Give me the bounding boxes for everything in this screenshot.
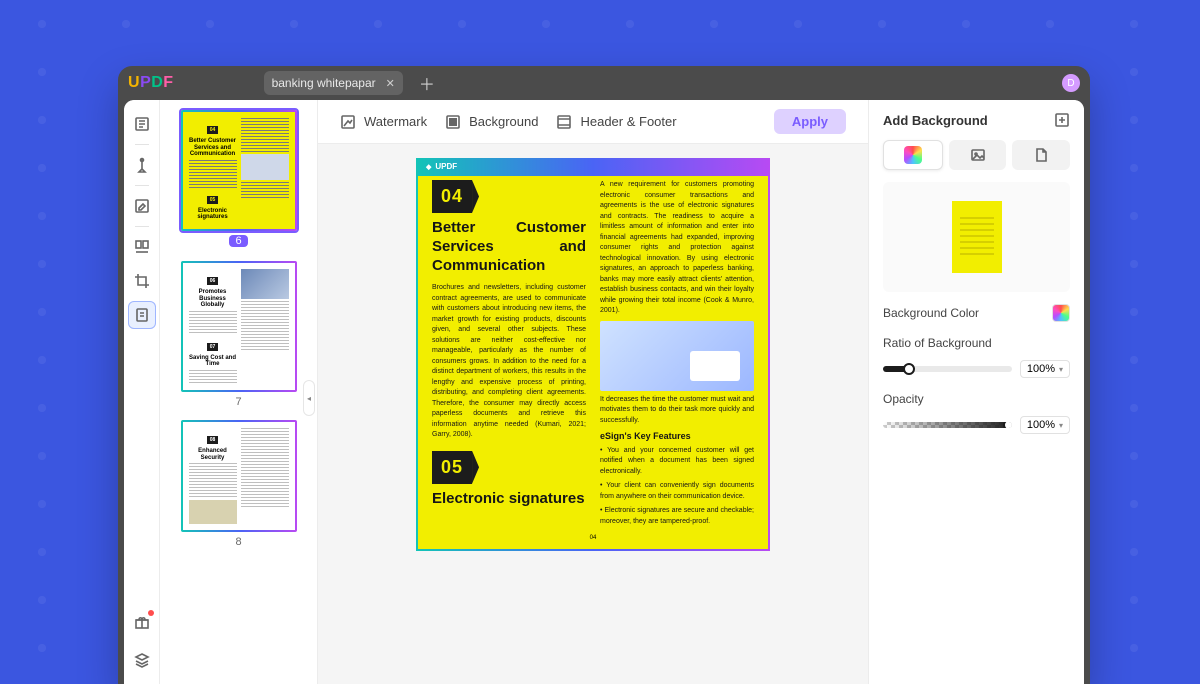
color-swatch-icon [904, 146, 922, 164]
background-preview [883, 182, 1070, 292]
page-tools-toolbar: Watermark Background Header & Footer App… [318, 100, 868, 144]
thumbnail-number: 6 [229, 235, 247, 247]
thumbnail-number: 7 [172, 396, 305, 408]
background-button[interactable]: Background [445, 114, 538, 130]
reader-tool-icon[interactable] [128, 110, 156, 138]
panel-title: Add Background [883, 113, 988, 128]
header-footer-icon [556, 114, 572, 130]
canvas-area: Watermark Background Header & Footer App… [318, 100, 868, 684]
page-preview[interactable]: UPDF 04 Better Customer Services and Com… [416, 158, 770, 551]
annotate-tool-icon[interactable] [128, 151, 156, 179]
crop-tool-icon[interactable] [128, 267, 156, 295]
chevron-down-icon: ▾ [1059, 365, 1063, 374]
section-title: Electronic signatures [432, 490, 586, 509]
body-text: It decreases the time the customer must … [600, 395, 754, 427]
body-text: A new requirement for customers promotin… [600, 180, 754, 317]
ratio-select[interactable]: 100%▾ [1020, 360, 1070, 378]
feature-item: • Electronic signatures are secure and c… [600, 506, 754, 527]
features-heading: eSign's Key Features [600, 430, 754, 444]
feature-item: • You and your concerned customer will g… [600, 446, 754, 478]
left-toolbar [124, 100, 160, 684]
background-panel: Add Background Background Color Ratio of… [868, 100, 1084, 684]
document-tab[interactable]: banking whitepapar ✕ [264, 71, 403, 95]
titlebar: UPDF banking whitepapar ✕ ＋ D [118, 66, 1090, 100]
close-tab-icon[interactable]: ✕ [386, 77, 395, 90]
thumbnail-page[interactable]: 04 Better Customer Services and Communic… [172, 110, 305, 249]
collapse-thumbnails-handle[interactable]: ◂ [303, 380, 315, 416]
save-preset-icon[interactable] [1054, 112, 1070, 128]
background-type-segmented [883, 140, 1070, 170]
watermark-button[interactable]: Watermark [340, 114, 427, 130]
preview-page [952, 201, 1002, 273]
tab-title: banking whitepapar [272, 76, 376, 90]
opacity-slider[interactable] [883, 422, 1012, 428]
section-number: 05 [432, 451, 472, 484]
app-body: ◂ 04 Better Customer Services and Commun… [124, 100, 1084, 684]
section-title: Better Customer Services and Communicati… [432, 219, 586, 275]
new-tab-button[interactable]: ＋ [413, 71, 441, 95]
edit-tool-icon[interactable] [128, 192, 156, 220]
bg-color-label: Background Color [883, 306, 979, 320]
thumbnail-number: 8 [172, 536, 305, 548]
organize-tool-icon[interactable] [128, 233, 156, 261]
gift-icon[interactable] [128, 608, 156, 636]
header-footer-button[interactable]: Header & Footer [556, 114, 676, 130]
body-text: Brochures and newsletters, including cus… [432, 283, 586, 441]
layers-icon[interactable] [128, 646, 156, 674]
bg-type-color[interactable] [883, 140, 943, 170]
user-avatar[interactable]: D [1062, 74, 1080, 92]
feature-item: • Your client can conveniently sign docu… [600, 481, 754, 502]
thumbnail-page[interactable]: 06 Promotes Business Globally 07 Saving … [172, 261, 305, 408]
page-tools-icon[interactable] [128, 301, 156, 329]
color-picker-button[interactable] [1052, 304, 1070, 322]
ratio-slider[interactable] [883, 366, 1012, 372]
thumbnail-page[interactable]: 08 Enhanced Security 8 [172, 420, 305, 548]
section-number: 04 [432, 180, 472, 213]
page-figure [600, 321, 754, 391]
background-icon [445, 114, 461, 130]
ratio-label: Ratio of Background [883, 336, 992, 350]
app-logo: UPDF [128, 74, 174, 92]
watermark-icon [340, 114, 356, 130]
thumbnail-panel: 04 Better Customer Services and Communic… [160, 100, 318, 684]
image-icon [970, 147, 986, 163]
apply-button[interactable]: Apply [774, 109, 846, 134]
page-brand: UPDF [416, 158, 770, 176]
opacity-select[interactable]: 100%▾ [1020, 416, 1070, 434]
opacity-label: Opacity [883, 392, 924, 406]
chevron-down-icon: ▾ [1059, 421, 1063, 430]
app-window: UPDF banking whitepapar ✕ ＋ D [118, 66, 1090, 684]
page-number: 04 [432, 535, 754, 541]
bg-type-image[interactable] [949, 140, 1007, 170]
bg-type-pdf[interactable] [1012, 140, 1070, 170]
file-icon [1033, 147, 1049, 163]
